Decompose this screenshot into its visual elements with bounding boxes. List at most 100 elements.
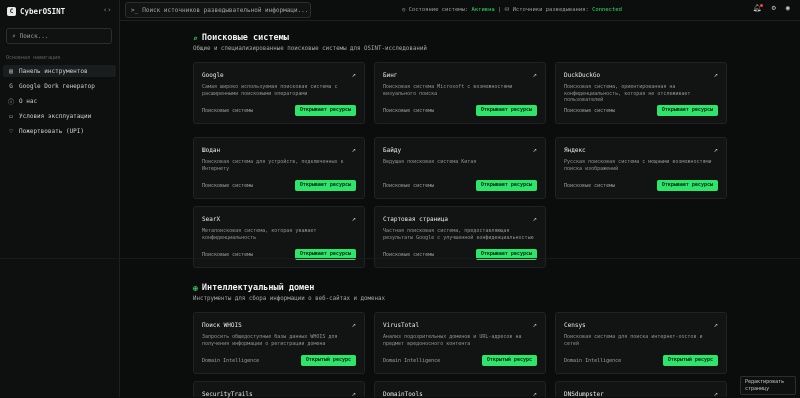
card-category: Поисковые системы	[383, 183, 435, 189]
open-resource-button[interactable]: Открывает ресурсы	[294, 105, 356, 116]
sidebar-item-terms[interactable]: ▭ Условия эксплуатации	[3, 110, 116, 122]
document-icon: ▭	[9, 112, 13, 120]
globe-icon: ⊕	[193, 283, 198, 293]
card-description: Метапоисковая система, которая уважает к…	[202, 228, 317, 241]
sidebar-item-label: Пожертвовать (UPI)	[19, 127, 85, 135]
external-link-icon[interactable]: ↗	[714, 146, 718, 154]
open-resource-button[interactable]: Открытый ресурс	[662, 355, 718, 366]
system-status: ◷ Состояние системы: Активна | ⛁ Источни…	[402, 7, 622, 13]
status-value: Активна	[471, 7, 495, 13]
open-resource-button[interactable]: Открытый ресурс	[300, 355, 356, 366]
search-icon: ⌕	[193, 33, 198, 43]
notifications-bell-icon[interactable]: 🔔︎	[753, 4, 763, 12]
heart-icon: ♡	[9, 127, 13, 135]
card-description: Поисковая система Microsoft с возможност…	[383, 84, 513, 97]
section-title-text: Интеллектуальный домен	[201, 283, 315, 293]
external-link-icon[interactable]: ↗	[714, 321, 718, 329]
external-link-icon[interactable]: ↗	[352, 321, 356, 329]
dashboard-icon: ▤	[9, 67, 13, 75]
card-category: Поисковые системы	[564, 108, 616, 114]
sidebar-item-dashboard[interactable]: ▤ Панель инструментов	[3, 65, 116, 77]
resource-card[interactable]: Censys ↗ Поисковая система для поиска ин…	[555, 312, 727, 374]
resource-card[interactable]: DuckDuckGo ↗ Поисковая система, ориентир…	[555, 62, 727, 124]
top-icons: 🔔︎ ⚙︎ ◉	[753, 4, 790, 12]
card-title: Censys	[564, 322, 586, 329]
sidebar: C CyberOSINT ‹› ⌕ Поиск... Основная нави…	[0, 0, 120, 397]
user-avatar-icon[interactable]: ◉	[786, 4, 790, 12]
open-resource-button[interactable]: Открывает ресурсы	[294, 180, 356, 191]
card-title: Байду	[383, 147, 402, 154]
section-subtitle: Инструменты для сбора информации о веб-с…	[193, 296, 385, 302]
external-link-icon[interactable]: ↗	[352, 146, 356, 154]
edit-page-button[interactable]: Редактировать страницу	[740, 376, 796, 395]
sources-value: Connected	[592, 7, 622, 13]
resource-card[interactable]: Бинг ↗ Поисковая система Microsoft с воз…	[374, 62, 546, 124]
resource-card[interactable]: DNSdumpster ↗	[555, 381, 727, 398]
sidebar-nav: ▤ Панель инструментов G Google Dork гене…	[3, 65, 116, 140]
card-category: Domain Intelligence	[383, 358, 441, 364]
card-title: Бинг	[383, 72, 398, 79]
resource-card[interactable]: Шодан ↗ Поисковая система для устройств,…	[193, 137, 365, 199]
card-title: Яндекс	[564, 147, 586, 154]
external-link-icon[interactable]: ↗	[352, 215, 356, 223]
section-title-domain-intelligence: ⊕ Интеллектуальный домен	[193, 283, 314, 293]
sidebar-item-label: Условия эксплуатации	[19, 112, 92, 120]
settings-gear-icon[interactable]: ⚙︎	[772, 4, 776, 12]
card-category: Поисковые системы	[202, 183, 254, 189]
resource-card[interactable]: SecurityTrails ↗	[193, 381, 365, 398]
sidebar-item-about[interactable]: ⓘ О нас	[3, 95, 116, 107]
open-resource-button[interactable]: Открывает ресурсы	[475, 180, 537, 191]
resource-card[interactable]: Поиск WHOIS ↗ Запросить общедоступные ба…	[193, 312, 365, 374]
open-resource-button[interactable]: Открывает ресурсы	[656, 105, 718, 116]
card-description: Самая широко используемая поисковая сист…	[202, 84, 338, 97]
external-link-icon[interactable]: ↗	[533, 321, 537, 329]
search-placeholder: Поиск...	[19, 32, 49, 40]
external-link-icon[interactable]: ↗	[533, 71, 537, 79]
resource-card[interactable]: Яндекс ↗ Русская поисковая система с мощ…	[555, 137, 727, 199]
section-title-search-engines: ⌕ Поисковые системы	[193, 33, 289, 43]
status-icon: ◷	[402, 7, 406, 13]
card-title: DuckDuckGo	[564, 72, 601, 79]
brand-name: CyberOSINT	[20, 7, 66, 16]
sidebar-search-input[interactable]: ⌕ Поиск...	[6, 28, 112, 44]
google-icon: G	[9, 82, 13, 90]
section-title-text: Поисковые системы	[201, 33, 289, 43]
open-resource-button[interactable]: Открывает ресурсы	[475, 105, 537, 116]
brand-logo-icon: C	[7, 7, 16, 16]
brand[interactable]: C CyberOSINT	[7, 7, 65, 16]
card-category: Domain Intelligence	[564, 358, 622, 364]
sidebar-item-label: Google Dork генератор	[19, 82, 95, 90]
info-icon: ⓘ	[7, 98, 14, 106]
notification-dot	[759, 4, 763, 7]
external-link-icon[interactable]: ↗	[533, 215, 537, 223]
sidebar-item-dork-generator[interactable]: G Google Dork генератор	[3, 80, 116, 92]
external-link-icon[interactable]: ↗	[714, 71, 718, 79]
card-category: Domain Intelligence	[202, 358, 260, 364]
divider	[0, 258, 800, 259]
section-subtitle: Общие и специализированные поисковые сис…	[193, 46, 427, 52]
sources-label: Источники разведывания:	[512, 7, 589, 13]
card-category: Поисковые системы	[383, 108, 435, 114]
status-label: Состояние системы:	[408, 7, 469, 13]
search-icon: ⌕	[12, 32, 16, 40]
card-category: Поисковые системы	[202, 108, 254, 114]
resource-card[interactable]: DomainTools ↗	[374, 381, 546, 398]
open-resource-button[interactable]: Открывает ресурсы	[656, 180, 718, 191]
command-search-input[interactable]: >_ Поиск источников разведывательной инф…	[125, 2, 311, 18]
card-category: Поисковые системы	[564, 183, 616, 189]
external-link-icon[interactable]: ↗	[352, 71, 356, 79]
sidebar-item-label: О нас	[19, 97, 38, 105]
external-link-icon[interactable]: ↗	[533, 146, 537, 154]
collapse-sidebar-icon[interactable]: ‹›	[103, 6, 111, 14]
resource-card[interactable]: VirusTotal ↗ Анализ подозрительных домен…	[374, 312, 546, 374]
card-title: Google	[202, 72, 224, 79]
resource-card[interactable]: Google ↗ Самая широко используемая поиск…	[193, 62, 365, 124]
resource-card[interactable]: Байду ↗ Ведущая поисковая система Китая …	[374, 137, 546, 199]
card-title: Стартовая страница	[383, 216, 449, 223]
card-description: Частная поисковая система, предоставляющ…	[383, 228, 534, 241]
card-title: Поиск WHOIS	[202, 322, 242, 329]
sidebar-item-donate[interactable]: ♡ Пожертвовать (UPI)	[3, 125, 116, 137]
card-description: Поисковая система для устройств, подключ…	[202, 159, 344, 172]
command-placeholder: Поиск источников разведывательной информ…	[142, 6, 309, 14]
open-resource-button[interactable]: Открытый ресурс	[481, 355, 537, 366]
